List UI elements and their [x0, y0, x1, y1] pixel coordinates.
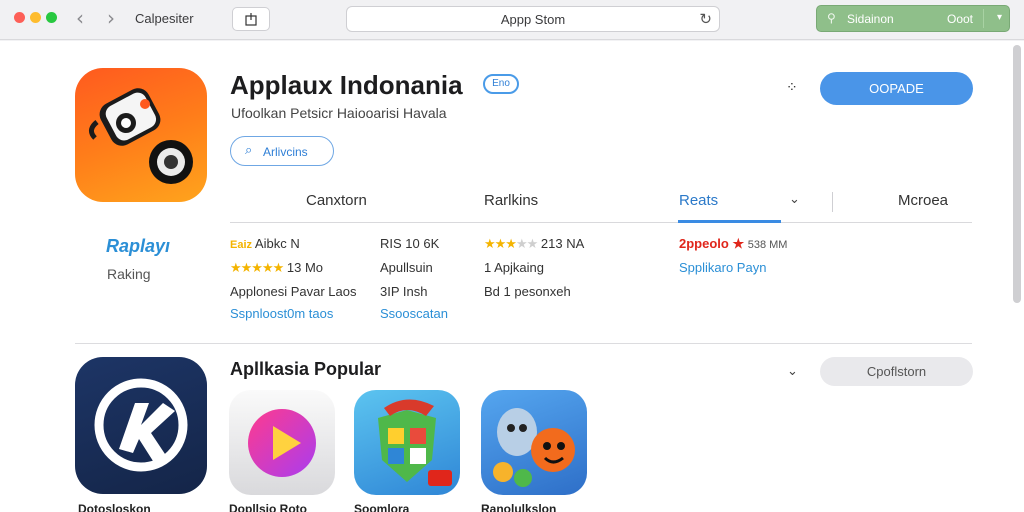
app-title: Applaux Indonania — [230, 70, 463, 100]
shield-game-icon — [378, 399, 452, 486]
chevron-down-icon[interactable]: ⌄ — [787, 364, 798, 379]
stat-col2-row4[interactable]: Ssooscatan — [380, 306, 448, 321]
stat-col4-row2[interactable]: Spplikaro Payn — [679, 260, 766, 275]
account-name: Sidainon — [847, 12, 894, 26]
stat-col1-row2: ★★★★★ 13 Mo — [230, 260, 323, 276]
stat-col1-row4[interactable]: Sspnloost0m taos — [230, 306, 333, 321]
stat-col1-row1: Eaiz Aibkc N — [230, 236, 300, 251]
zoom-window-button[interactable] — [46, 12, 57, 23]
address-field[interactable]: Appp Stom ↻ — [346, 6, 720, 32]
popular-section-title: Apllkasia Popular — [230, 359, 382, 379]
share-icon — [245, 13, 257, 26]
tab-canxtorn[interactable]: Canxtorn — [306, 192, 367, 209]
developer-name[interactable]: Raplayı — [106, 236, 170, 257]
window-titlebar: ‹ › Calpesiter Appp Stom ↻ ⚲ Sidainon Oo… — [0, 0, 1024, 40]
stat-col2-row1: RIS 10 6K — [380, 236, 440, 251]
archive-button[interactable]: ⌕ Arlivcins — [230, 136, 334, 166]
chevron-down-icon[interactable]: ⌄ — [789, 192, 800, 207]
popular-see-all-button[interactable]: Cpoflstorn — [820, 357, 973, 386]
close-window-button[interactable] — [14, 12, 25, 23]
tabs-baseline — [230, 222, 972, 223]
stat-col3-row1: ★★★★★ 213 NA — [484, 236, 584, 252]
more-dots-icon[interactable]: ⁘ — [786, 80, 798, 96]
stat-col1-row1-text: Aibkc N — [254, 236, 300, 251]
stat-col1-prefix: Eaiz — [230, 239, 253, 251]
reload-icon[interactable]: ↻ — [699, 10, 712, 28]
section-divider — [75, 343, 972, 344]
chevron-down-icon[interactable]: ▾ — [997, 12, 1002, 23]
chevron-left-icon[interactable]: ‹ — [69, 6, 91, 30]
app-badge: Eno — [483, 74, 519, 94]
stat-col3-row3: Bd 1 pesonxeh — [484, 284, 571, 299]
popular-app-tile[interactable] — [354, 390, 460, 495]
account-value: Ooot — [946, 12, 973, 26]
bottom-label[interactable]: Soomlora — [354, 502, 409, 512]
rating-stars: ★★★★★ — [484, 237, 538, 252]
stat-col4-row1-text: 538 MM — [747, 239, 788, 251]
stat-col2-row3: 3IP Insh — [380, 284, 428, 299]
popular-app-tile[interactable] — [229, 390, 335, 495]
app-icon[interactable] — [75, 68, 207, 202]
stat-col4-red: 2ppeolo ★ — [679, 236, 745, 251]
account-button[interactable]: ⚲ Sidainon Ooot ▾ — [816, 5, 1010, 32]
app-subtitle: Ufoolkan Petsicr Haiooarisi Havala — [231, 105, 447, 121]
address-text: Appp Stom — [500, 12, 566, 27]
tab-divider — [832, 192, 833, 212]
stat-col3-row2: 1 Apjkaing — [484, 260, 544, 275]
featured-app-icon[interactable] — [75, 357, 207, 494]
rating-stars: ★★★★★ — [230, 261, 284, 276]
stat-col1-row3: Applonesi Pavar Laos — [230, 284, 357, 299]
camera-illustration — [89, 88, 193, 184]
get-button[interactable]: OOPADE — [820, 72, 973, 105]
share-button[interactable] — [232, 7, 270, 31]
stat-col4-row1: 2ppeolo ★ 538 MM — [679, 236, 787, 252]
stat-col3-row1-text: 213 NA — [540, 236, 585, 251]
developer-sub: Raking — [107, 266, 151, 282]
chevron-right-icon[interactable]: › — [100, 6, 122, 30]
featured-logo — [94, 378, 188, 472]
minimize-window-button[interactable] — [30, 12, 41, 23]
tab-mcroea[interactable]: Mcroea — [898, 192, 948, 209]
scrollbar[interactable] — [1013, 45, 1021, 303]
stat-col2-row2: Apullsuin — [380, 260, 433, 275]
bottom-label[interactable]: Dopllsio Roto — [229, 502, 307, 512]
bottom-label[interactable]: Ranolulkslon — [481, 502, 556, 512]
tab-rarlkins[interactable]: Rarlkins — [484, 192, 538, 209]
popular-app-tile[interactable] — [481, 390, 587, 495]
character-game-icon — [493, 408, 575, 487]
stat-col1-row2-text: 13 Mo — [286, 260, 324, 275]
active-tab-indicator — [678, 220, 781, 223]
window-title: Calpesiter — [135, 11, 194, 26]
search-icon: ⌕ — [245, 143, 253, 158]
play-icon — [248, 409, 316, 477]
bottom-label[interactable]: Dotosloskon — [78, 502, 151, 512]
archive-button-label: Arlivcins — [263, 145, 308, 159]
account-divider — [983, 9, 984, 28]
person-icon: ⚲ — [827, 11, 836, 25]
tab-reats[interactable]: Reats — [679, 192, 718, 209]
